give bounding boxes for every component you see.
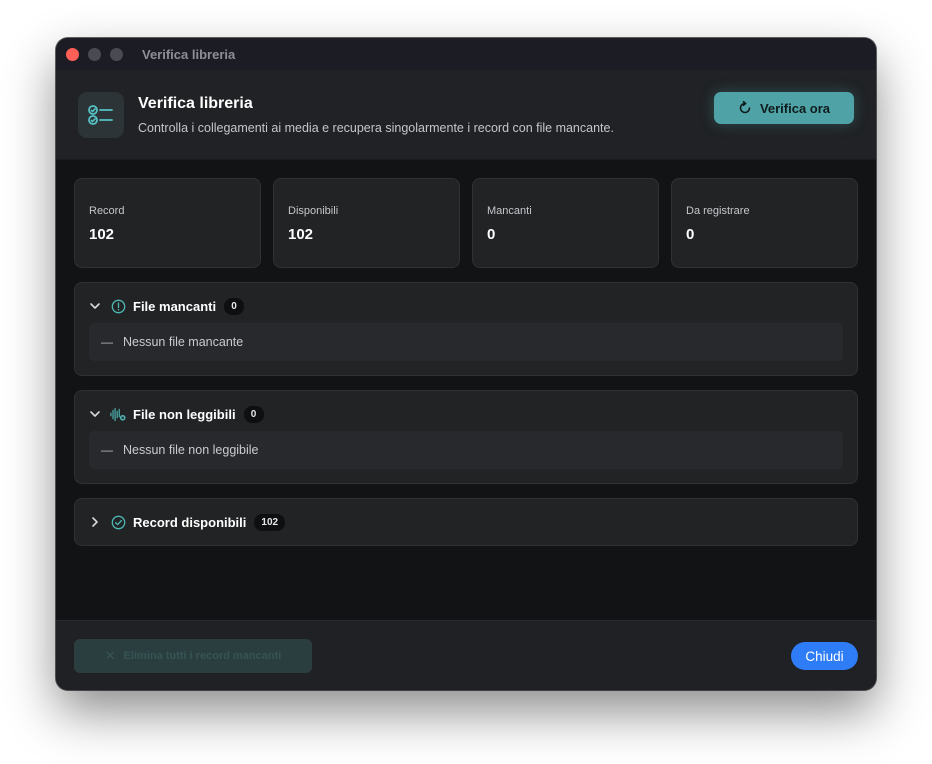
section-unreadable-files: File non leggibili 0 — Nessun file non l… bbox=[74, 390, 858, 484]
empty-state-text: Nessun file non leggibile bbox=[123, 443, 259, 457]
empty-state-text: Nessun file mancante bbox=[123, 335, 244, 349]
count-badge: 0 bbox=[243, 405, 264, 423]
close-button[interactable]: Chiudi bbox=[791, 642, 858, 670]
section-available-records-header[interactable]: Record disponibili 102 bbox=[89, 499, 843, 545]
chevron-right-icon[interactable] bbox=[89, 516, 101, 528]
chevron-down-icon[interactable] bbox=[89, 408, 101, 420]
section-title: File mancanti bbox=[133, 298, 217, 314]
check-circle-icon bbox=[110, 514, 126, 530]
stat-value: 102 bbox=[89, 226, 115, 243]
close-button-label: Chiudi bbox=[805, 648, 844, 664]
page-title: Verifica libreria bbox=[138, 94, 253, 112]
stat-card-available: Disponibili 102 bbox=[273, 178, 460, 268]
checklist-icon bbox=[78, 91, 124, 138]
count-badge: 102 bbox=[254, 513, 286, 531]
waveform-icon bbox=[110, 406, 126, 422]
title-bar: Verifica libreria bbox=[56, 38, 876, 70]
verify-now-label: Verifica ora bbox=[759, 100, 831, 116]
footer: ✕ Elimina tutti i record mancanti Chiudi bbox=[56, 620, 876, 690]
chevron-down-icon[interactable] bbox=[89, 300, 101, 312]
delete-all-missing-label: Elimina tutti i record mancanti bbox=[123, 650, 282, 662]
stat-value: 102 bbox=[288, 226, 314, 243]
count-badge: 0 bbox=[224, 297, 245, 315]
window-title: Verifica libreria bbox=[142, 46, 236, 62]
close-window-button[interactable] bbox=[66, 47, 79, 61]
window-controls bbox=[66, 47, 123, 61]
stat-label: Record bbox=[89, 205, 125, 217]
stat-value: 0 bbox=[487, 226, 496, 243]
stat-value: 0 bbox=[686, 226, 695, 243]
zoom-window-button[interactable] bbox=[110, 47, 123, 61]
section-missing-files: File mancanti 0 — Nessun file mancante bbox=[74, 282, 858, 376]
stat-label: Mancanti bbox=[487, 205, 532, 217]
section-title: File non leggibili bbox=[133, 406, 236, 422]
stats-row: Record 102 Disponibili 102 Mancanti 0 Da… bbox=[74, 178, 858, 268]
close-icon: ✕ bbox=[104, 648, 116, 663]
dash-icon: — bbox=[101, 443, 113, 457]
section-title: Record disponibili bbox=[133, 514, 247, 530]
empty-state: — Nessun file non leggibile bbox=[89, 431, 843, 469]
verify-now-button[interactable]: Verifica ora bbox=[714, 92, 854, 124]
stat-card-to-register: Da registrare 0 bbox=[671, 178, 858, 268]
page-subtitle: Controlla i collegamenti ai media e recu… bbox=[138, 120, 614, 135]
empty-state: — Nessun file mancante bbox=[89, 323, 843, 361]
refresh-icon bbox=[739, 101, 751, 114]
section-available-records: Record disponibili 102 bbox=[74, 498, 858, 546]
stat-label: Da registrare bbox=[686, 205, 750, 217]
header: Verifica libreria Controlla i collegamen… bbox=[56, 70, 876, 160]
dash-icon: — bbox=[101, 335, 113, 349]
stat-label: Disponibili bbox=[288, 205, 339, 217]
main-content: Record 102 Disponibili 102 Mancanti 0 Da… bbox=[56, 160, 876, 546]
verify-library-window: Verifica libreria Verifica libreria Cont… bbox=[56, 38, 876, 690]
delete-all-missing-button[interactable]: ✕ Elimina tutti i record mancanti bbox=[74, 639, 312, 673]
alert-circle-icon bbox=[110, 298, 126, 314]
minimize-window-button[interactable] bbox=[88, 47, 101, 61]
stat-card-missing: Mancanti 0 bbox=[472, 178, 659, 268]
stat-card-records: Record 102 bbox=[74, 178, 261, 268]
